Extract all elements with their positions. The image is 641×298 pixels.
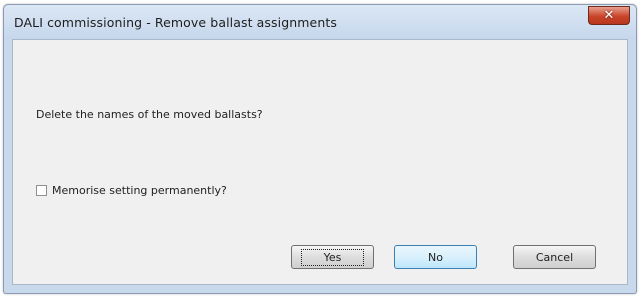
close-button[interactable]: ✕ xyxy=(588,6,630,25)
dialog-window: DALI commissioning - Remove ballast assi… xyxy=(3,4,637,294)
window-title: DALI commissioning - Remove ballast assi… xyxy=(14,15,337,30)
memorise-checkbox[interactable] xyxy=(36,185,47,196)
question-text: Delete the names of the moved ballasts? xyxy=(36,108,263,121)
no-button[interactable]: No xyxy=(394,245,477,269)
title-bar[interactable]: DALI commissioning - Remove ballast assi… xyxy=(4,5,636,39)
no-button-label: No xyxy=(428,250,443,264)
cancel-button[interactable]: Cancel xyxy=(513,245,596,269)
cancel-button-label: Cancel xyxy=(535,250,574,264)
yes-button-label: Yes xyxy=(300,248,365,266)
dialog-body: Delete the names of the moved ballasts? … xyxy=(12,39,628,285)
yes-button[interactable]: Yes xyxy=(291,245,374,269)
memorise-label[interactable]: Memorise setting permanently? xyxy=(52,184,227,197)
close-icon: ✕ xyxy=(603,8,615,23)
memorise-option[interactable]: Memorise setting permanently? xyxy=(36,184,227,197)
